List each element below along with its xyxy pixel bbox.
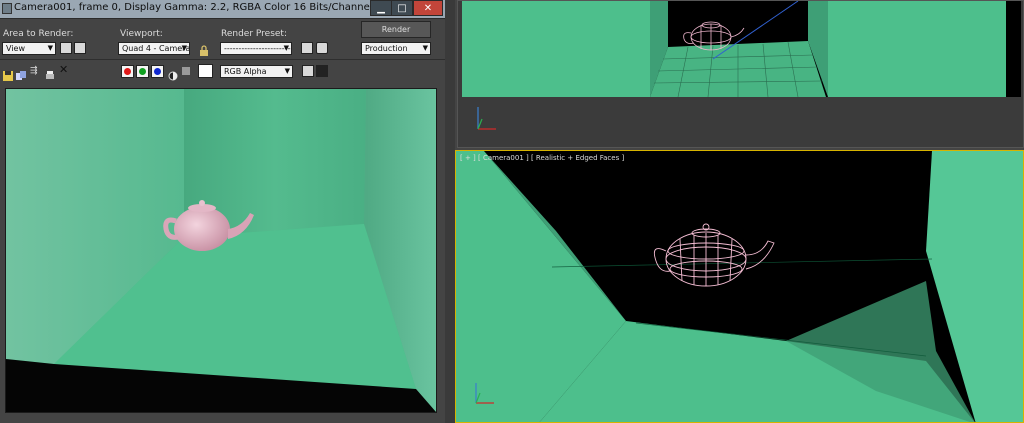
right-panel xyxy=(828,1,1006,97)
mono-toggle[interactable] xyxy=(182,67,190,75)
channel-dropdown[interactable]: RGB Alpha ▼ xyxy=(220,65,293,78)
render-frame-window: Camera001, frame 0, Display Gamma: 2.2, … xyxy=(0,0,445,423)
lock-icon xyxy=(200,45,208,56)
production-dropdown[interactable]: Production ▼ xyxy=(361,42,431,55)
chevron-down-icon: ▼ xyxy=(181,44,187,52)
render-preset-label: Render Preset: xyxy=(221,29,287,39)
print-button[interactable] xyxy=(45,66,55,79)
viewport-top[interactable] xyxy=(457,0,1024,148)
area-to-render-value: View xyxy=(6,44,25,53)
lock-button[interactable] xyxy=(199,42,209,56)
viewport-label: Viewport: xyxy=(120,29,163,39)
alpha-toggle[interactable] xyxy=(168,66,178,81)
toolbar-divider xyxy=(0,59,445,60)
viewport-label[interactable]: [ + ] [ Camera001 ] [ Realistic + Edged … xyxy=(460,154,624,162)
copy-icon xyxy=(16,71,26,80)
blue-channel-toggle[interactable] xyxy=(151,65,164,78)
clone-icon: ⇶ xyxy=(30,66,38,76)
print-icon xyxy=(46,71,54,79)
viewport-camera[interactable] xyxy=(455,150,1024,423)
maximize-button[interactable]: □ xyxy=(391,0,413,16)
chevron-down-icon: ▼ xyxy=(283,44,289,52)
color-swatch[interactable] xyxy=(198,64,213,78)
alpha-icon xyxy=(168,71,178,81)
rendered-image xyxy=(5,88,437,413)
save-button[interactable] xyxy=(3,66,13,81)
render-setup-button[interactable] xyxy=(301,42,313,54)
app-icon xyxy=(2,3,12,14)
viewport-dropdown[interactable]: Quad 4 - Camera(▼ xyxy=(118,42,190,55)
clear-icon: ✕ xyxy=(59,63,69,76)
window-title: Camera001, frame 0, Display Gamma: 2.2, … xyxy=(14,2,400,13)
clear-button[interactable]: ✕ xyxy=(59,64,70,76)
viewport-value: Quad 4 - Camera( xyxy=(122,44,190,53)
auto-region-button[interactable] xyxy=(74,42,86,54)
blue-channel-icon xyxy=(154,68,161,75)
red-channel-toggle[interactable] xyxy=(121,65,134,78)
window-gap xyxy=(445,0,455,423)
production-value: Production xyxy=(365,44,408,53)
green-channel-toggle[interactable] xyxy=(136,65,149,78)
clone-button[interactable]: ⇶ xyxy=(30,66,41,76)
environment-button[interactable] xyxy=(316,42,328,54)
render-preset-value: ------------------------ xyxy=(224,44,292,53)
chevron-down-icon: ▼ xyxy=(422,44,428,52)
render-preset-dropdown[interactable]: ------------------------ ▼ xyxy=(220,42,292,55)
save-icon xyxy=(3,71,13,81)
chevron-down-icon: ▼ xyxy=(284,67,290,75)
title-bar[interactable]: Camera001, frame 0, Display Gamma: 2.2, … xyxy=(0,0,445,19)
viewport-top-scene xyxy=(458,1,1023,147)
chevron-down-icon: ▼ xyxy=(47,44,53,52)
channel-value: RGB Alpha xyxy=(224,67,267,76)
display-toggle-button[interactable] xyxy=(302,65,314,77)
red-channel-icon xyxy=(124,68,131,75)
green-channel-icon xyxy=(139,68,146,75)
minimize-button[interactable]: ▁ xyxy=(370,0,392,16)
minimize-icon: ▁ xyxy=(377,2,385,14)
maximize-icon: □ xyxy=(397,2,407,14)
edit-region-button[interactable] xyxy=(60,42,72,54)
viewport-camera-scene xyxy=(456,151,1023,422)
close-icon: ✕ xyxy=(423,2,433,14)
render-scene xyxy=(6,89,436,412)
area-to-render-label: Area to Render: xyxy=(3,29,74,39)
frame-window-toggle-button[interactable] xyxy=(316,65,328,77)
copy-button[interactable] xyxy=(16,66,26,80)
left-panel xyxy=(462,1,650,97)
close-button[interactable]: ✕ xyxy=(413,0,443,16)
render-button[interactable]: Render xyxy=(361,21,431,38)
area-to-render-dropdown[interactable]: View ▼ xyxy=(2,42,56,55)
